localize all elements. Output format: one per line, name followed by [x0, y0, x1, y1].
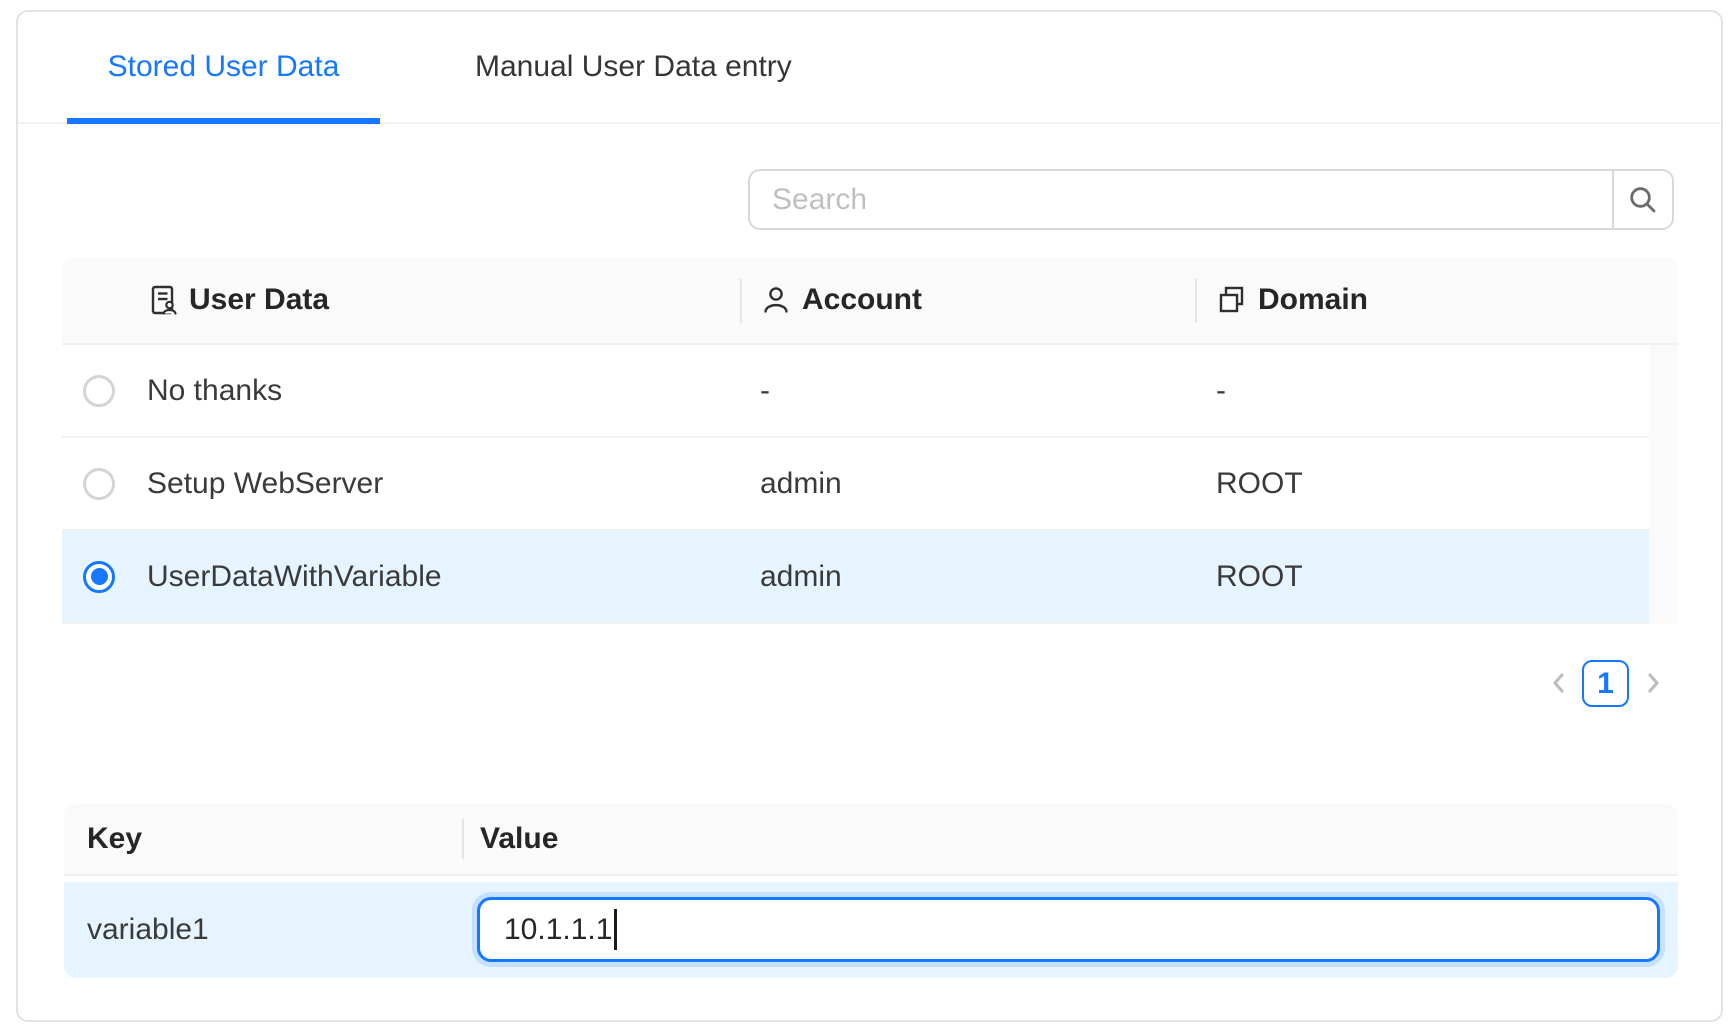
cell-account: admin: [760, 531, 842, 622]
column-header-account: Account: [760, 257, 922, 343]
search-input[interactable]: [748, 169, 1612, 230]
user-data-icon: [147, 284, 179, 316]
account-icon: [760, 284, 792, 316]
pagination-prev-button[interactable]: [1547, 671, 1571, 695]
tab-stored-user-data-label: Stored User Data: [108, 50, 340, 84]
pagination-next-button[interactable]: [1641, 671, 1665, 695]
chevron-left-icon: [1547, 671, 1571, 695]
column-header-key: Key: [87, 804, 142, 874]
header-divider: [462, 819, 464, 859]
stored-user-data-table: User Data Account Domain: [62, 257, 1678, 624]
table-body: No thanks - - Setup WebServer admin ROOT…: [62, 345, 1678, 624]
active-tab-indicator: [67, 118, 380, 124]
cell-user-data: UserDataWithVariable: [147, 531, 442, 622]
table-row-no-thanks[interactable]: No thanks - -: [62, 345, 1678, 438]
column-header-domain: Domain: [1216, 257, 1368, 343]
column-title-account: Account: [802, 283, 922, 317]
text-cursor: [614, 909, 617, 950]
cell-user-data: No thanks: [147, 345, 282, 436]
kv-table-header: Key Value: [64, 804, 1678, 876]
tab-manual-user-data-entry-label: Manual User Data entry: [475, 50, 792, 84]
search-icon: [1627, 184, 1659, 216]
radio-userdatawithvariable[interactable]: [83, 561, 115, 593]
table-scrollbar-track[interactable]: [1649, 345, 1678, 624]
cell-account: -: [760, 345, 770, 436]
cell-account: admin: [760, 438, 842, 529]
table-header-row: User Data Account Domain: [62, 257, 1678, 345]
pagination-page-1[interactable]: 1: [1582, 660, 1629, 707]
cell-key: variable1: [87, 882, 209, 978]
cell-domain: ROOT: [1216, 531, 1303, 622]
header-divider: [740, 279, 742, 323]
pagination-current-page: 1: [1597, 667, 1614, 701]
chevron-right-icon: [1641, 671, 1665, 695]
column-header-value: Value: [480, 804, 558, 874]
kv-table-row-variable1: variable1: [64, 882, 1678, 978]
tab-stored-user-data[interactable]: Stored User Data: [67, 12, 380, 122]
column-header-user-data: User Data: [147, 257, 329, 343]
table-row-setup-webserver[interactable]: Setup WebServer admin ROOT: [62, 438, 1678, 531]
header-divider: [1195, 279, 1197, 323]
table-row-userdatawithvariable[interactable]: UserDataWithVariable admin ROOT: [62, 531, 1678, 624]
cell-domain: ROOT: [1216, 438, 1303, 529]
radio-no-thanks[interactable]: [83, 375, 115, 407]
domain-icon: [1216, 284, 1248, 316]
variable1-value-input[interactable]: [477, 897, 1660, 962]
radio-setup-webserver[interactable]: [83, 468, 115, 500]
cell-domain: -: [1216, 345, 1226, 436]
search-bar: [748, 169, 1674, 230]
user-data-panel: Stored User Data Manual User Data entry: [16, 10, 1723, 1022]
cell-user-data: Setup WebServer: [147, 438, 383, 529]
tab-manual-user-data-entry[interactable]: Manual User Data entry: [475, 12, 855, 122]
column-title-user-data: User Data: [189, 283, 329, 317]
tab-bar: Stored User Data Manual User Data entry: [18, 12, 1721, 124]
search-button[interactable]: [1612, 169, 1674, 230]
column-title-domain: Domain: [1258, 283, 1368, 317]
